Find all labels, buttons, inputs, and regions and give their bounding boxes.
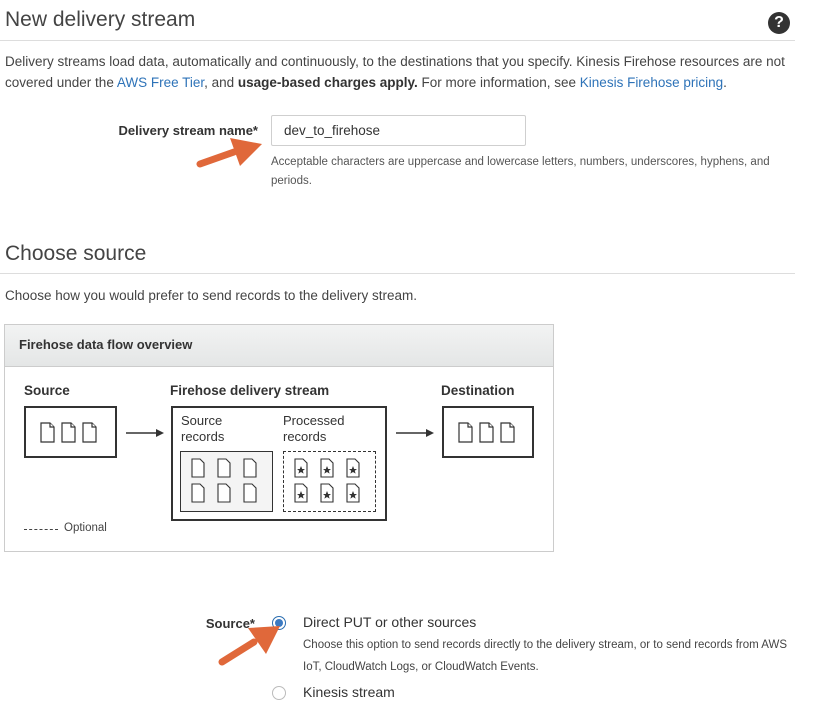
annotation-arrow: [196, 138, 262, 168]
document-icon: [458, 422, 515, 443]
document-icon: [40, 422, 97, 443]
document-icon: [191, 458, 257, 503]
legend-dashed-line: [24, 529, 58, 530]
source-title: Source: [24, 383, 70, 398]
radio-kinesis-stream[interactable]: [272, 686, 286, 700]
page-title: New delivery stream: [5, 8, 196, 31]
intro-text-b: , and: [204, 75, 238, 90]
intro-paragraph: Delivery streams load data, automaticall…: [5, 51, 795, 93]
stream-title: Firehose delivery stream: [170, 383, 330, 398]
arrow-right-icon: [396, 429, 434, 437]
direct-put-description: Choose this option to send records direc…: [303, 639, 788, 673]
intro-bold-text: usage-based charges apply.: [237, 75, 418, 90]
section-divider: [0, 40, 795, 41]
stream-name-hint: Acceptable characters are uppercase and …: [271, 156, 770, 187]
source-records-box: [180, 451, 273, 512]
destination-box: [442, 406, 534, 458]
stream-name-input[interactable]: [271, 115, 526, 146]
source-records-label: Source records: [181, 413, 225, 444]
section-divider: [0, 273, 795, 274]
starred-document-icon: [294, 458, 360, 503]
annotation-arrow: [218, 626, 280, 666]
legend-optional-label: Optional: [64, 522, 107, 534]
destination-title: Destination: [441, 383, 515, 398]
section-title-choose-source: Choose source: [5, 242, 147, 265]
kinesis-stream-label[interactable]: Kinesis stream: [303, 684, 395, 700]
firehose-pricing-link[interactable]: Kinesis Firehose pricing: [580, 75, 723, 90]
choose-source-description: Choose how you would prefer to send reco…: [5, 288, 417, 303]
direct-put-label[interactable]: Direct PUT or other sources: [303, 614, 476, 630]
source-box: [24, 406, 117, 458]
processed-records-box: [283, 451, 376, 512]
aws-free-tier-link[interactable]: AWS Free Tier: [117, 75, 204, 90]
intro-text-c: For more information, see: [417, 75, 580, 90]
arrow-right-icon: [126, 429, 164, 437]
help-icon[interactable]: ?: [768, 12, 790, 34]
overview-header: Firehose data flow overview: [5, 325, 553, 367]
intro-text-d: .: [723, 75, 727, 90]
processed-records-label: Processed records: [283, 413, 345, 444]
